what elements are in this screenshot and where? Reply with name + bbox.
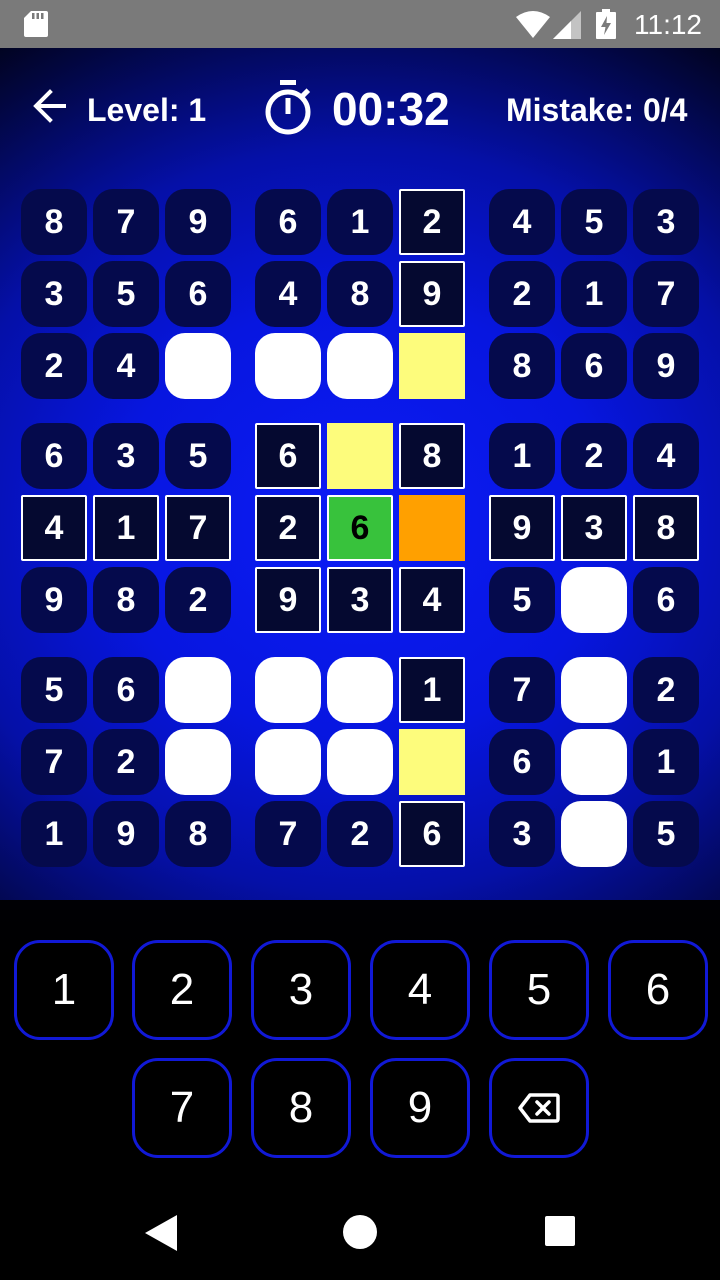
keypad-key-7[interactable]: 7 [132, 1058, 232, 1158]
sudoku-cell[interactable]: 2 [399, 189, 465, 255]
sudoku-cell[interactable]: 2 [633, 657, 699, 723]
keypad-key-5[interactable]: 5 [489, 940, 589, 1040]
sudoku-cell[interactable]: 1 [327, 189, 393, 255]
sudoku-cell[interactable]: 9 [489, 495, 555, 561]
keypad-key-8[interactable]: 8 [251, 1058, 351, 1158]
sudoku-cell[interactable]: 5 [561, 189, 627, 255]
sudoku-cell[interactable]: 5 [633, 801, 699, 867]
keypad-key-4[interactable]: 4 [370, 940, 470, 1040]
sudoku-cell[interactable]: 3 [633, 189, 699, 255]
sudoku-cell[interactable]: 2 [489, 261, 555, 327]
sudoku-cell[interactable]: 4 [399, 567, 465, 633]
sudoku-cell[interactable]: 5 [489, 567, 555, 633]
keypad-key-9[interactable]: 9 [370, 1058, 470, 1158]
keypad-key-1[interactable]: 1 [14, 940, 114, 1040]
sudoku-cell[interactable]: 4 [21, 495, 87, 561]
sudoku-cell[interactable]: 7 [489, 657, 555, 723]
sudoku-cell[interactable]: 8 [165, 801, 231, 867]
sudoku-cell[interactable]: 7 [255, 801, 321, 867]
sudoku-cell[interactable]: 3 [327, 567, 393, 633]
sudoku-cell[interactable]: 8 [633, 495, 699, 561]
sudoku-cell[interactable]: 6 [399, 801, 465, 867]
sudoku-cell[interactable]: 2 [21, 333, 87, 399]
sudoku-cell[interactable]: 1 [633, 729, 699, 795]
sudoku-cell[interactable]: 6 [633, 567, 699, 633]
sudoku-cell[interactable]: 5 [165, 423, 231, 489]
sudoku-cell[interactable]: 8 [327, 261, 393, 327]
sudoku-cell[interactable]: 1 [93, 495, 159, 561]
sudoku-cell[interactable]: 7 [93, 189, 159, 255]
sudoku-cell[interactable] [561, 567, 627, 633]
sudoku-cell[interactable]: 5 [93, 261, 159, 327]
sudoku-cell[interactable]: 1 [399, 657, 465, 723]
sudoku-cell[interactable]: 6 [327, 495, 393, 561]
sudoku-cell[interactable] [165, 333, 231, 399]
sudoku-cell[interactable]: 2 [255, 495, 321, 561]
sudoku-cell[interactable]: 9 [93, 801, 159, 867]
sudoku-cell[interactable]: 7 [633, 261, 699, 327]
sudoku-cell[interactable]: 4 [633, 423, 699, 489]
backspace-icon [518, 1093, 560, 1123]
sudoku-cell[interactable]: 1 [561, 261, 627, 327]
sudoku-board: 8796124533564892172486963568124417269389… [0, 0, 720, 900]
sudoku-cell[interactable] [399, 729, 465, 795]
sudoku-cell[interactable]: 3 [93, 423, 159, 489]
sudoku-cell[interactable] [561, 801, 627, 867]
sudoku-cell[interactable]: 2 [561, 423, 627, 489]
sudoku-cell[interactable]: 2 [93, 729, 159, 795]
nav-back-icon[interactable] [145, 1215, 179, 1251]
sudoku-cell[interactable]: 4 [489, 189, 555, 255]
sudoku-cell[interactable] [255, 333, 321, 399]
sudoku-cell[interactable]: 4 [93, 333, 159, 399]
sudoku-cell[interactable]: 3 [489, 801, 555, 867]
sudoku-cell[interactable] [561, 657, 627, 723]
sudoku-cell[interactable]: 6 [165, 261, 231, 327]
sudoku-cell[interactable]: 2 [165, 567, 231, 633]
sudoku-cell[interactable]: 6 [21, 423, 87, 489]
sudoku-cell[interactable]: 8 [399, 423, 465, 489]
navigation-bar [0, 1185, 720, 1280]
erase-button[interactable] [489, 1058, 589, 1158]
sudoku-cell[interactable] [327, 423, 393, 489]
sudoku-cell[interactable]: 6 [255, 189, 321, 255]
sudoku-cell[interactable]: 9 [255, 567, 321, 633]
sudoku-cell[interactable]: 1 [489, 423, 555, 489]
sudoku-cell[interactable]: 9 [399, 261, 465, 327]
sudoku-cell[interactable]: 3 [561, 495, 627, 561]
sudoku-cell[interactable] [327, 657, 393, 723]
sudoku-cell[interactable]: 8 [489, 333, 555, 399]
sudoku-cell[interactable] [327, 729, 393, 795]
sudoku-cell[interactable] [327, 333, 393, 399]
sudoku-cell[interactable]: 6 [561, 333, 627, 399]
sudoku-cell[interactable]: 8 [93, 567, 159, 633]
sudoku-cell[interactable]: 6 [489, 729, 555, 795]
sudoku-cell[interactable]: 1 [21, 801, 87, 867]
sudoku-cell[interactable]: 6 [255, 423, 321, 489]
sudoku-cell[interactable]: 5 [21, 657, 87, 723]
sudoku-cell[interactable] [255, 657, 321, 723]
keypad-key-2[interactable]: 2 [132, 940, 232, 1040]
sudoku-cell[interactable]: 9 [21, 567, 87, 633]
sudoku-cell[interactable]: 6 [93, 657, 159, 723]
sudoku-cell[interactable] [165, 657, 231, 723]
sudoku-cell[interactable]: 8 [21, 189, 87, 255]
sudoku-cell[interactable]: 3 [21, 261, 87, 327]
sudoku-cell[interactable]: 9 [165, 189, 231, 255]
sudoku-cell[interactable]: 7 [165, 495, 231, 561]
keypad-key-3[interactable]: 3 [251, 940, 351, 1040]
nav-home-icon[interactable] [343, 1215, 377, 1249]
sudoku-cell[interactable] [561, 729, 627, 795]
sudoku-cell[interactable] [165, 729, 231, 795]
nav-recent-apps-icon[interactable] [545, 1216, 575, 1246]
sudoku-cell[interactable] [399, 495, 465, 561]
sudoku-cell[interactable] [255, 729, 321, 795]
sudoku-cell[interactable]: 9 [633, 333, 699, 399]
sudoku-cell[interactable]: 7 [21, 729, 87, 795]
sudoku-cell[interactable]: 2 [327, 801, 393, 867]
keypad-key-6[interactable]: 6 [608, 940, 708, 1040]
sudoku-cell[interactable] [399, 333, 465, 399]
sudoku-cell[interactable]: 4 [255, 261, 321, 327]
